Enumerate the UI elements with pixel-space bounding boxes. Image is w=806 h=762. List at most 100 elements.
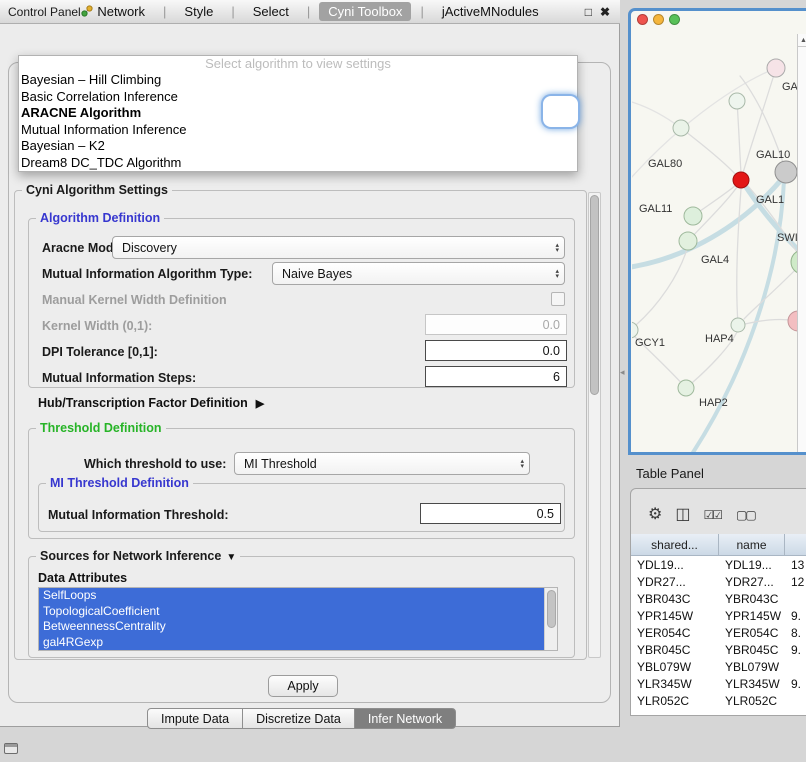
attribute-item-topologicalcoefficient[interactable]: TopologicalCoefficient [39,604,557,620]
mi-steps-label: Mutual Information Steps: [42,371,196,385]
kernel-width-field[interactable]: 0.0 [425,314,567,335]
algorithm-combobox-fragment[interactable] [543,96,578,127]
deselect-columns-icon[interactable]: ▢▢ [736,509,755,521]
node-label-swi4: SWI4 [777,232,798,244]
attribute-item-selfloops[interactable]: SelfLoops [39,588,557,604]
combo-arrows-icon: ▴▾ [555,243,559,253]
list-scrollbar-thumb[interactable] [547,590,556,628]
node-label-hap4: HAP4 [705,333,734,345]
table-cell: 12 [785,575,806,589]
mi-algorithm-type-select[interactable]: Naive Bayes ▴▾ [272,262,565,285]
table-row[interactable]: YBL079WYBL079W [631,658,806,675]
bottom-tab-impute-data[interactable]: Impute Data [147,708,243,729]
kernel-width-label: Kernel Width (0,1): [42,319,152,333]
aracne-mode-select[interactable]: Discovery ▴▾ [112,236,565,259]
settings-scrollbar-thumb[interactable] [590,195,599,395]
attribute-item-gal4rgexp[interactable]: gal4RGexp [39,635,557,651]
tab-label: Cyni Toolbox [328,4,402,19]
column-header-shared-[interactable]: shared... [631,534,719,555]
attribute-item-betweennesscentrality[interactable]: BetweennessCentrality [39,619,557,635]
network-scrollbar[interactable]: ▲ [797,34,806,452]
column-header-2[interactable] [785,534,806,555]
tab-network[interactable]: Network [72,2,154,21]
tab-label: jActiveMNodules [442,4,539,19]
algorithm-dropdown-popup: Select algorithm to view settings Bayesi… [18,55,578,172]
scroll-up-icon[interactable]: ▲ [798,34,806,47]
algorithm-option-bayesian-k2[interactable]: Bayesian – K2 [19,138,577,155]
dpi-tolerance-field[interactable]: 0.0 [425,340,567,361]
network-node[interactable] [684,207,702,225]
table-row[interactable]: YPR145WYPR145W9. [631,607,806,624]
network-edge [737,101,741,173]
dropdown-placeholder: Select algorithm to view settings [19,56,577,72]
tab-cyni-toolbox[interactable]: Cyni Toolbox [319,2,411,21]
tab-jactivemnodules[interactable]: jActiveMNodules [433,2,548,21]
network-canvas[interactable]: GAL8GAL80GAL10GAL1GAL11SWI4GAL4GCY1HAP4H… [632,34,798,452]
table-cell: YER054C [631,626,719,640]
table-row[interactable]: YDR27...YDR27...12 [631,573,806,590]
which-threshold-select[interactable]: MI Threshold ▴▾ [234,452,530,475]
table-row[interactable]: YBR045CYBR045C9. [631,641,806,658]
network-node[interactable] [733,172,749,188]
list-scrollbar[interactable] [544,588,557,650]
hub-definition-expander[interactable]: Hub/Transcription Factor Definition ▶ [38,396,264,410]
panel-divider-arrow-icon[interactable]: ◂ [620,367,625,378]
manual-kernel-width-label: Manual Kernel Width Definition [42,293,227,307]
minimize-button[interactable] [653,14,664,25]
sources-expander[interactable]: Sources for Network Inference▼ [36,549,240,563]
gear-icon[interactable]: ⚙ [648,507,660,523]
network-node[interactable] [731,318,745,332]
table-row[interactable]: YER054CYER054C8. [631,624,806,641]
table-body: YDL19...YDL19...13YDR27...YDR27...12YBR0… [631,556,806,715]
network-tab-icon [81,5,93,17]
selected-value: MI Threshold [244,457,317,471]
network-node[interactable] [679,232,697,250]
which-threshold-label: Which threshold to use: [84,457,226,471]
mi-steps-field[interactable]: 6 [425,366,567,387]
combo-arrows-icon: ▴▾ [555,269,559,279]
algorithm-option-basic-correlation-inference[interactable]: Basic Correlation Inference [19,89,577,106]
mi-threshold-field[interactable]: 0.5 [420,503,561,524]
select-all-columns-icon[interactable]: ☑☑ [703,509,721,521]
bottom-tab-infer-network[interactable]: Infer Network [354,708,456,729]
node-label-hap2: HAP2 [699,397,728,409]
dropdown-items: Bayesian – Hill ClimbingBasic Correlatio… [19,72,577,171]
node-label-gal4: GAL4 [701,254,729,266]
algorithm-option-mutual-information-inference[interactable]: Mutual Information Inference [19,122,577,139]
algorithm-option-aracne-algorithm[interactable]: ARACNE Algorithm [19,105,577,122]
close-button[interactable] [637,14,648,25]
network-node[interactable] [673,120,689,136]
table-row[interactable]: YDL19...YDL19...13 [631,556,806,573]
table-cell: YDL19... [631,558,719,572]
column-chooser-icon[interactable]: ◫ [675,507,688,523]
column-header-name[interactable]: name [719,534,785,555]
data-attributes-list[interactable]: SelfLoopsTopologicalCoefficientBetweenne… [38,587,558,651]
tab-select[interactable]: Select [244,2,298,21]
table-cell: YDR27... [719,575,785,589]
settings-scrollbar[interactable] [588,192,601,658]
group-legend: Algorithm Definition [36,211,164,225]
network-node[interactable] [678,380,694,396]
network-node[interactable] [729,93,745,109]
combo-arrows-icon: ▴▾ [520,459,524,469]
algorithm-option-dream8-dc-tdc-algorithm[interactable]: Dream8 DC_TDC Algorithm [19,155,577,172]
table-row[interactable]: YBR043CYBR043C [631,590,806,607]
tab-label: Select [253,4,289,19]
apply-button[interactable]: Apply [268,675,338,697]
table-cell: 9. [785,677,806,691]
table-cell: 9. [785,609,806,623]
table-row[interactable]: YLR052CYLR052C [631,692,806,709]
bottom-tab-discretize-data[interactable]: Discretize Data [242,708,355,729]
minimized-panel-icon[interactable] [4,743,18,754]
table-cell: YDR27... [631,575,719,589]
algorithm-option-bayesian-hill-climbing[interactable]: Bayesian – Hill Climbing [19,72,577,89]
manual-kernel-width-checkbox[interactable] [551,292,565,306]
network-node[interactable] [775,161,797,183]
network-node[interactable] [767,59,785,77]
tab-style[interactable]: Style [175,2,222,21]
zoom-button[interactable] [669,14,680,25]
group-legend: MI Threshold Definition [46,476,193,490]
table-toolbar: ⚙ ◫ ☑☑ ▢▢ [632,498,806,532]
data-attributes-label: Data Attributes [38,571,127,585]
table-row[interactable]: YLR345WYLR345W9. [631,675,806,692]
